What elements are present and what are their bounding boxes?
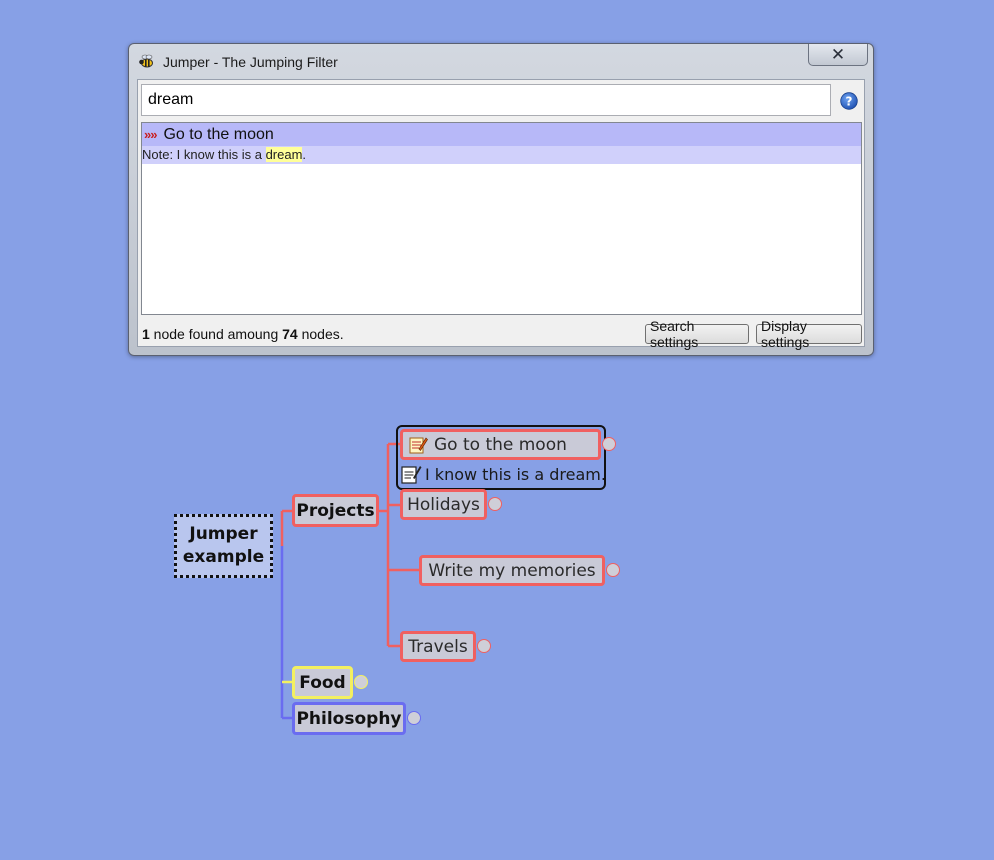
root-line-2: example: [182, 547, 265, 567]
node-go-to-the-moon[interactable]: Go to the moon: [400, 429, 601, 460]
note-pencil-icon: [409, 436, 428, 453]
node-note-text: I know this is a dream.: [425, 464, 606, 484]
node-projects[interactable]: Projects: [292, 494, 379, 527]
root-line-1: Jumper: [189, 524, 258, 544]
node-holidays[interactable]: Holidays: [400, 489, 487, 520]
node-philosophy[interactable]: Philosophy: [292, 702, 406, 735]
mindmap-canvas: Jumper example Projects Go to the moon I…: [0, 0, 994, 860]
root-node[interactable]: Jumper example: [174, 514, 273, 578]
node-travels[interactable]: Travels: [400, 631, 476, 662]
node-note: I know this is a dream.: [400, 462, 606, 486]
node-food[interactable]: Food: [292, 666, 353, 699]
fold-circle-travels[interactable]: [477, 639, 491, 653]
fold-circle-go-to-moon[interactable]: [602, 437, 616, 451]
fold-circle-holidays[interactable]: [488, 497, 502, 511]
fold-circle-write-memories[interactable]: [606, 563, 620, 577]
note-icon: [401, 466, 422, 484]
node-go-to-the-moon-label: Go to the moon: [434, 434, 567, 455]
fold-circle-philosophy[interactable]: [407, 711, 421, 725]
node-write-my-memories[interactable]: Write my memories: [419, 555, 605, 586]
fold-circle-food[interactable]: [354, 675, 368, 689]
